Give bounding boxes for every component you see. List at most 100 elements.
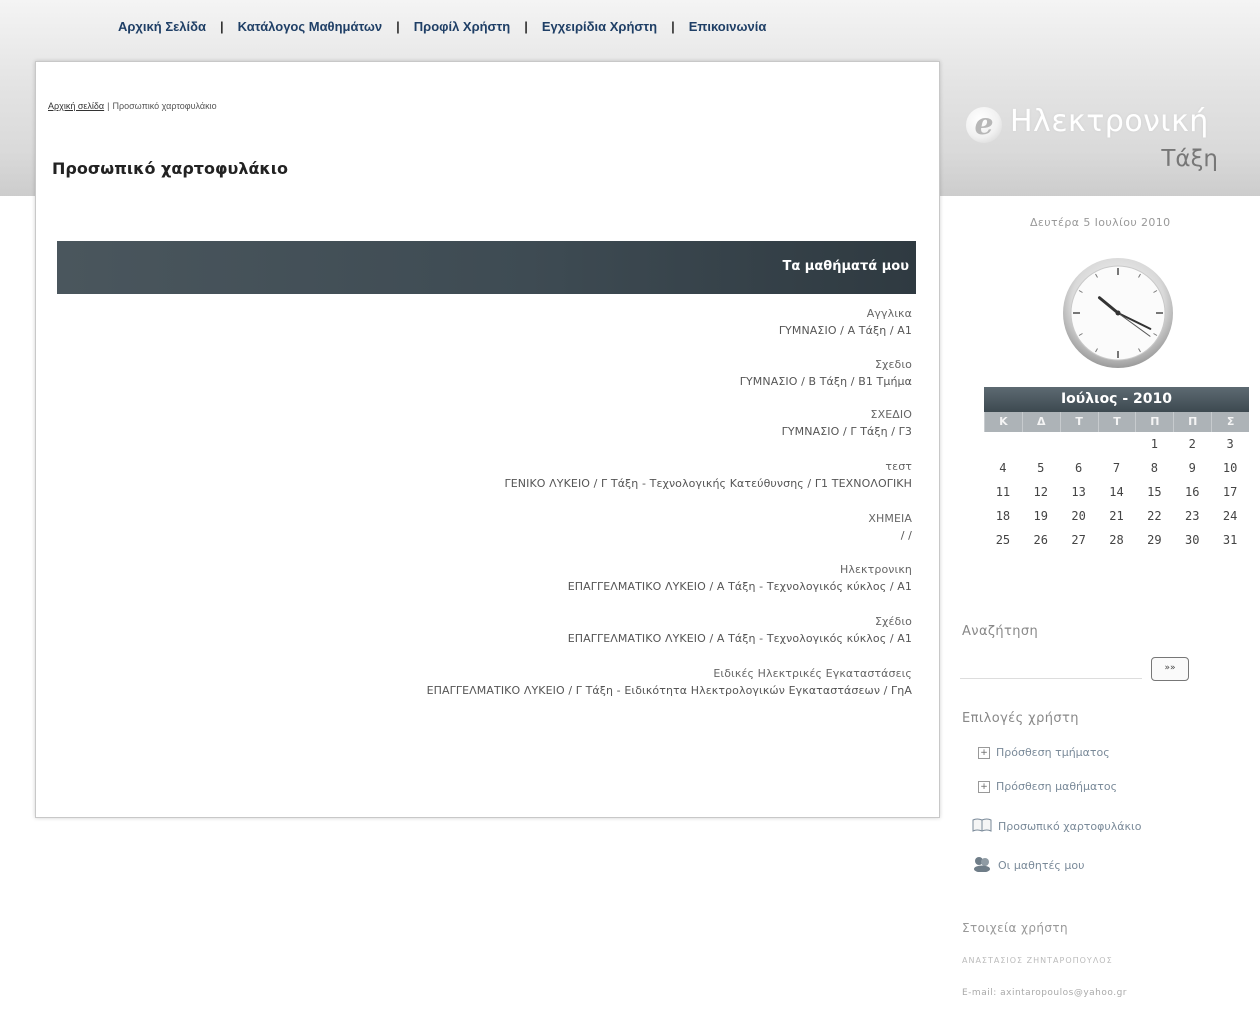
calendar-day[interactable]: 24 [1211,504,1249,528]
course-name[interactable]: ΧΗΜΕΙΑ [868,510,912,527]
option-add-course[interactable]: + Πρόσθεση μαθήματος [978,780,1117,793]
calendar-day[interactable]: 6 [1060,456,1098,480]
calendar-day[interactable]: 29 [1135,528,1173,552]
course-item[interactable]: Ειδικές Ηλεκτρικές Εγκαταστάσεις ΕΠΑΓΓΕΛ… [427,665,912,699]
plus-box-icon: + [978,746,990,759]
calendar-weekday: Π [1173,412,1211,432]
calendar-day[interactable]: 3 [1211,432,1249,456]
my-courses-title: Τα μαθήματά μου [782,259,909,274]
course-name[interactable]: Ηλεκτρονικη [568,561,912,578]
course-path[interactable]: ΕΠΑΓΓΕΛΜΑΤΙΚΟ ΛΥΚΕΙΟ / Α Τάξη - Τεχνολογ… [568,630,912,647]
calendar-empty-cell [1022,432,1060,456]
calendar-weekday: Κ [984,412,1022,432]
breadcrumb-separator: | [107,101,110,111]
calendar-empty-cell [1098,432,1136,456]
calendar-weekday: Σ [1211,412,1249,432]
option-my-students[interactable]: Οι μαθητές μου [972,856,1084,875]
search-input[interactable] [960,656,1142,679]
course-path[interactable]: ΓΥΜΝΑΣΙΟ / Γ Τάξη / Γ3 [782,423,912,440]
calendar-day[interactable]: 12 [1022,480,1060,504]
logo-line-1: Ηλεκτρονική [1010,104,1209,139]
course-path[interactable]: ΓΥΜΝΑΣΙΟ / Β Τάξη / Β1 Τμήμα [740,373,912,390]
course-item[interactable]: τεστ ΓΕΝΙΚΟ ΛΥΚΕΙΟ / Γ Τάξη - Τεχνολογικ… [505,458,912,492]
main-panel: Αρχική σελίδα | Προσωπικό χαρτοφυλάκιο Προ… [35,61,940,818]
course-path[interactable]: ΓΕΝΙΚΟ ΛΥΚΕΙΟ / Γ Τάξη - Τεχνολογικής Κα… [505,475,912,492]
calendar-day[interactable]: 4 [984,456,1022,480]
calendar-day[interactable]: 8 [1135,456,1173,480]
calendar-day[interactable]: 18 [984,504,1022,528]
calendar-day[interactable]: 28 [1098,528,1136,552]
nav-user-profile[interactable]: Προφίλ Χρήστη [414,19,510,34]
course-name[interactable]: ΣΧΕΔΙΟ [782,406,912,423]
calendar-day[interactable]: 21 [1098,504,1136,528]
page-title: Προσωπικό χαρτοφυλάκιο [52,159,289,178]
calendar-day[interactable]: 27 [1060,528,1098,552]
search-button[interactable]: »» [1151,657,1189,681]
calendar-weekday: Π [1135,412,1173,432]
course-item[interactable]: Ηλεκτρονικη ΕΠΑΓΓΕΛΜΑΤΙΚΟ ΛΥΚΕΙΟ / Α Τάξ… [568,561,912,595]
calendar-day[interactable]: 19 [1022,504,1060,528]
course-name[interactable]: τεστ [505,458,912,475]
option-add-class[interactable]: + Πρόσθεση τμήματος [978,746,1110,759]
calendar-day[interactable]: 11 [984,480,1022,504]
nav-course-catalog[interactable]: Κατάλογος Μαθημάτων [238,19,382,34]
clock-center [1115,310,1121,316]
calendar-day[interactable]: 15 [1135,480,1173,504]
nav-home[interactable]: Αρχική Σελίδα [118,19,206,34]
course-name[interactable]: Σχέδιο [568,613,912,630]
option-label[interactable]: Πρόσθεση τμήματος [996,746,1110,759]
course-item[interactable]: Σχέδιο ΕΠΑΓΓΕΛΜΑΤΙΚΟ ΛΥΚΕΙΟ / Α Τάξη - Τ… [568,613,912,647]
logo-line-2: Τάξη [1161,146,1218,172]
calendar-day[interactable]: 20 [1060,504,1098,528]
user-email: E-mail: axintaropoulos@yahoo.gr [962,988,1128,998]
calendar-day[interactable]: 16 [1173,480,1211,504]
course-path[interactable]: / / [868,527,912,544]
course-name[interactable]: Αγγλικα [779,305,912,322]
course-item[interactable]: ΧΗΜΕΙΑ / / [868,510,912,544]
course-path[interactable]: ΕΠΑΓΓΕΛΜΑΤΙΚΟ ΛΥΚΕΙΟ / Γ Τάξη - Ειδικότη… [427,682,912,699]
course-item[interactable]: Σχεδιο ΓΥΜΝΑΣΙΟ / Β Τάξη / Β1 Τμήμα [740,356,912,390]
calendar-day[interactable]: 1 [1135,432,1173,456]
calendar-day[interactable]: 31 [1211,528,1249,552]
course-name[interactable]: Σχεδιο [740,356,912,373]
calendar-weekdays: ΚΔΤΤΠΠΣ [984,412,1249,432]
calendar-day[interactable]: 5 [1022,456,1060,480]
course-name[interactable]: Ειδικές Ηλεκτρικές Εγκαταστάσεις [427,665,912,682]
calendar-day[interactable]: 10 [1211,456,1249,480]
calendar-day[interactable]: 17 [1211,480,1249,504]
breadcrumb-current: Προσωπικό χαρτοφυλάκιο [112,101,217,111]
course-item[interactable]: Αγγλικα ΓΥΜΝΑΣΙΟ / Α Τάξη / Α1 [779,305,912,339]
user-options-label: Επιλογές χρήστη [962,711,1079,726]
calendar-day[interactable]: 26 [1022,528,1060,552]
calendar-day[interactable]: 2 [1173,432,1211,456]
nav-separator: | [524,18,528,34]
calendar-title: Ιούλιος - 2010 [984,387,1249,412]
calendar-day[interactable]: 7 [1098,456,1136,480]
user-name: ΑΝΑΣΤΑΣΙΟΣ ΖΗΝΤΑΡΟΠΟΥΛΟΣ [962,956,1113,965]
option-label[interactable]: Πρόσθεση μαθήματος [996,780,1117,793]
calendar-day[interactable]: 23 [1173,504,1211,528]
calendar-day[interactable]: 14 [1098,480,1136,504]
nav-user-manuals[interactable]: Εγχειρίδια Χρήστη [542,19,657,34]
option-portfolio[interactable]: Προσωπικό χαρτοφυλάκιο [972,818,1141,835]
course-item[interactable]: ΣΧΕΔΙΟ ΓΥΜΝΑΣΙΟ / Γ Τάξη / Γ3 [782,406,912,440]
breadcrumb-home-link[interactable]: Αρχική σελίδα [48,101,104,111]
course-path[interactable]: ΓΥΜΝΑΣΙΟ / Α Τάξη / Α1 [779,322,912,339]
nav-contact[interactable]: Επικοινωνία [689,19,767,34]
option-label[interactable]: Προσωπικό χαρτοφυλάκιο [998,820,1141,833]
calendar-day[interactable]: 9 [1173,456,1211,480]
course-path[interactable]: ΕΠΑΓΓΕΛΜΑΤΙΚΟ ΛΥΚΕΙΟ / Α Τάξη - Τεχνολογ… [568,578,912,595]
plus-box-icon: + [978,780,990,793]
current-date: Δευτέρα 5 Ιουλίου 2010 [1030,216,1171,229]
calendar-day[interactable]: 13 [1060,480,1098,504]
calendar-day[interactable]: 25 [984,528,1022,552]
calendar-day[interactable]: 30 [1173,528,1211,552]
analog-clock [1060,255,1176,371]
site-logo[interactable]: e Ηλεκτρονική Τάξη [960,104,1240,184]
students-icon [972,856,992,875]
calendar-day[interactable]: 22 [1135,504,1173,528]
option-label[interactable]: Οι μαθητές μου [998,859,1084,872]
calendar-weekday: Τ [1059,412,1098,432]
top-nav: Αρχική Σελίδα | Κατάλογος Μαθημάτων | Πρ… [118,15,766,37]
nav-separator: | [671,18,675,34]
